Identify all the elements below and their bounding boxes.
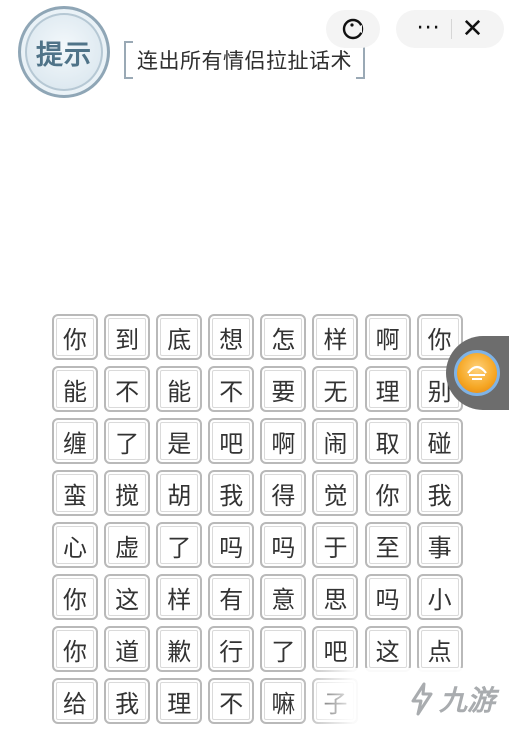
grid-cell[interactable]: 吧: [312, 626, 359, 672]
grid-cell[interactable]: 是: [156, 418, 203, 464]
task-text: 连出所有情侣拉扯话术: [137, 49, 352, 73]
grid-cell[interactable]: 于: [312, 522, 359, 568]
left-bracket: [124, 41, 133, 79]
grid-cell[interactable]: 思: [312, 574, 359, 620]
grid-cell[interactable]: 你: [364, 470, 411, 516]
grid-cell[interactable]: 虚: [104, 522, 151, 568]
grid-cell[interactable]: 能: [52, 366, 98, 412]
grid-cell[interactable]: 有: [208, 574, 255, 620]
grid-cell[interactable]: 你: [52, 314, 98, 360]
grid-cell[interactable]: 你: [52, 574, 98, 620]
close-button[interactable]: ✕: [462, 16, 484, 42]
hint-button[interactable]: 提示: [18, 6, 110, 98]
grid-cell[interactable]: 意: [260, 574, 307, 620]
grid-cell[interactable]: 心: [52, 522, 98, 568]
grid-cell[interactable]: 蛮: [52, 470, 98, 516]
grid-cell[interactable]: 能: [156, 366, 203, 412]
grid-cell[interactable]: 小: [416, 574, 463, 620]
grid-cell[interactable]: 底: [156, 314, 203, 360]
watermark-logo: 九游: [409, 679, 495, 719]
grid-cell[interactable]: 不: [104, 366, 151, 412]
grid-cell[interactable]: 我: [208, 470, 255, 516]
grid-cell[interactable]: 了: [156, 522, 203, 568]
game-icon-button[interactable]: [326, 10, 380, 48]
capsule-divider: [450, 19, 452, 39]
grid-cell[interactable]: 啊: [364, 314, 411, 360]
hint-label: 提示: [36, 39, 92, 71]
grid-cell[interactable]: 理: [364, 366, 411, 412]
grid-cell[interactable]: 胡: [156, 470, 203, 516]
more-button[interactable]: ···: [417, 18, 441, 40]
grid-cell[interactable]: 理: [156, 678, 203, 724]
grid-cell[interactable]: 吗: [208, 522, 255, 568]
grid-cell[interactable]: 这: [104, 574, 151, 620]
grid-cell[interactable]: 得: [260, 470, 307, 516]
grid-cell[interactable]: 样: [156, 574, 203, 620]
grid-cell[interactable]: 这: [364, 626, 411, 672]
watermark-lightning-icon: [411, 682, 433, 716]
grid-cell[interactable]: 你: [52, 626, 98, 672]
grid-cell[interactable]: 不: [208, 366, 255, 412]
game-icon: [342, 18, 364, 40]
grid-cell[interactable]: 事: [416, 522, 463, 568]
grid-cell[interactable]: 样: [312, 314, 359, 360]
grid-cell[interactable]: 怎: [260, 314, 307, 360]
grid-cell[interactable]: 点: [416, 626, 463, 672]
grid-cell[interactable]: 取: [364, 418, 411, 464]
grid-cell[interactable]: 行: [208, 626, 255, 672]
watermark: 九游: [300, 668, 509, 730]
grid-cell[interactable]: 到: [104, 314, 151, 360]
grid-cell[interactable]: 吧: [208, 418, 255, 464]
grid-cell[interactable]: 我: [416, 470, 463, 516]
grid-cell[interactable]: 了: [260, 626, 307, 672]
grid-cell[interactable]: 觉: [312, 470, 359, 516]
grid-cell[interactable]: 碰: [416, 418, 463, 464]
watermark-text: 九游: [438, 684, 495, 717]
capsule-menu: ··· ✕: [396, 10, 504, 48]
assistant-orb-icon: [454, 350, 500, 396]
grid-cell[interactable]: 不: [208, 678, 255, 724]
task-instruction: 连出所有情侣拉扯话术: [124, 40, 365, 80]
grid-cell[interactable]: 道: [104, 626, 151, 672]
grid-cell[interactable]: 缠: [52, 418, 98, 464]
grid-cell[interactable]: 啊: [260, 418, 307, 464]
grid-cell[interactable]: 给: [52, 678, 98, 724]
grid-cell[interactable]: 歉: [156, 626, 203, 672]
grid-cell[interactable]: 了: [104, 418, 151, 464]
grid-cell[interactable]: 闹: [312, 418, 359, 464]
character-grid: 你到底想怎样啊你能不能不要无理别缠了是吧啊闹取碰蛮搅胡我得觉你我心虚了吗吗于至事…: [52, 314, 463, 724]
grid-cell[interactable]: 吗: [364, 574, 411, 620]
grid-cell[interactable]: 要: [260, 366, 307, 412]
grid-cell[interactable]: 至: [364, 522, 411, 568]
grid-cell[interactable]: 我: [104, 678, 151, 724]
grid-cell[interactable]: 吗: [260, 522, 307, 568]
grid-cell[interactable]: 搅: [104, 470, 151, 516]
grid-cell[interactable]: 无: [312, 366, 359, 412]
grid-cell[interactable]: 想: [208, 314, 255, 360]
